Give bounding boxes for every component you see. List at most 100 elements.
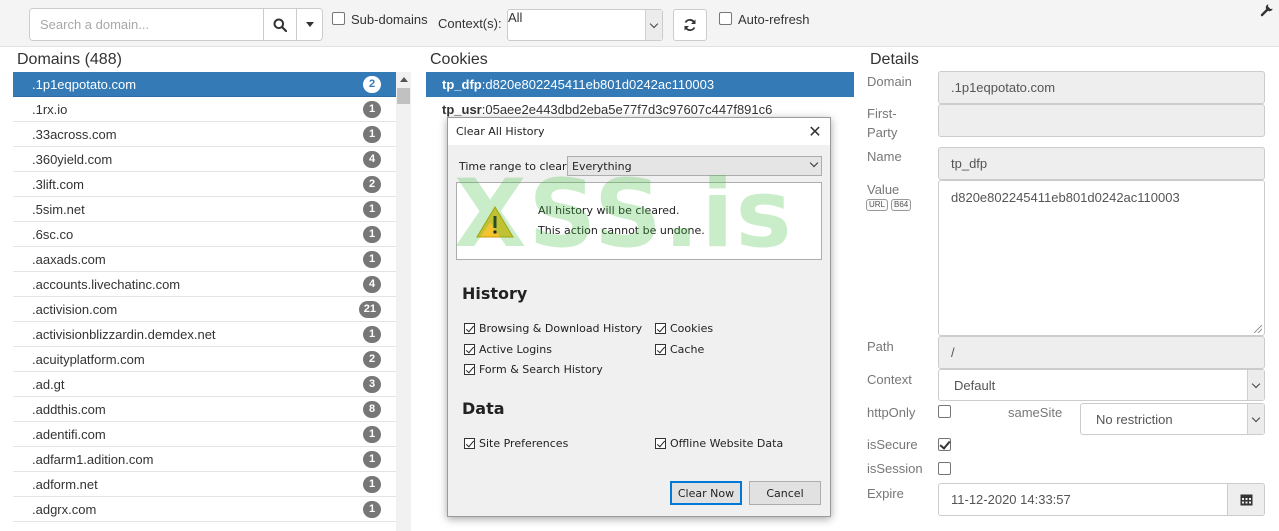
httponly-checkbox[interactable] [938, 405, 951, 418]
samesite-select[interactable]: No restriction [1080, 403, 1265, 435]
samesite-value: No restriction [1096, 412, 1173, 427]
path-field[interactable]: / [938, 336, 1265, 369]
autorefresh-checkbox[interactable] [719, 12, 732, 25]
name-field-label: Name [867, 149, 902, 164]
name-field[interactable]: tp_dfp [938, 147, 1265, 180]
expire-field[interactable]: 11-12-2020 14:33:57 [938, 483, 1265, 516]
time-range-select[interactable]: Everything [567, 156, 822, 176]
refresh-icon [684, 19, 696, 31]
cookie-name: tp_usr [442, 102, 482, 117]
search-button[interactable] [263, 9, 296, 40]
search-options-dropdown[interactable] [296, 9, 322, 40]
cookie-count-badge: 1 [363, 451, 381, 468]
domain-list-scrollbar[interactable] [396, 72, 411, 531]
domain-field[interactable]: .1p1eqpotato.com [938, 71, 1265, 104]
domain-list-item[interactable]: .adfarm1.adition.com 1 [13, 447, 396, 472]
cookies-checkbox[interactable] [655, 323, 666, 334]
cookie-count-badge: 2 [363, 176, 381, 193]
cookie-count-badge: 1 [363, 476, 381, 493]
resize-grip-icon[interactable] [1254, 325, 1262, 333]
context-select-value: All [508, 10, 523, 25]
cache-checkbox[interactable] [655, 344, 666, 355]
cookie-value: 05aee2e443dbd2eba5e77f7d3c97607c447f891c… [485, 102, 773, 117]
domain-list-item[interactable]: .aaxads.com 1 [13, 247, 396, 272]
domain-name: .ad.gt [32, 377, 65, 392]
domain-list-item[interactable]: .5sim.net 1 [13, 197, 396, 222]
domain-list-item[interactable]: .adform.net 1 [13, 472, 396, 497]
domain-list-item[interactable]: .activisionblizzardin.demdex.net 1 [13, 322, 396, 347]
issession-checkbox[interactable] [938, 462, 951, 475]
clear-now-button[interactable]: Clear Now [670, 481, 742, 505]
domain-name: .aaxads.com [32, 252, 106, 267]
cookie-count-badge: 4 [363, 276, 381, 293]
domain-list-item[interactable]: .addthis.com 8 [13, 397, 396, 422]
site-preferences-checkbox[interactable] [464, 438, 475, 449]
expire-label: Expire [867, 486, 904, 501]
domain-name: .1rx.io [32, 102, 68, 117]
samesite-label: sameSite [1008, 405, 1063, 420]
path-field-label: Path [867, 339, 894, 354]
domain-list-item[interactable]: .acuityplatform.com 2 [13, 347, 396, 372]
context-select[interactable]: All [507, 9, 663, 41]
domain-list-item[interactable]: .adgrx.com 1 [13, 497, 396, 522]
subdomains-label: Sub-domains [351, 12, 428, 27]
time-range-label: Time range to clear: [459, 160, 571, 173]
domain-name: .accounts.livechatinc.com [32, 277, 181, 292]
subdomains-checkbox[interactable] [332, 12, 345, 25]
domain-name: .33across.com [32, 127, 117, 142]
form-search-history-checkbox[interactable] [464, 364, 475, 375]
domain-list-item[interactable]: .adentifi.com 1 [13, 422, 396, 447]
active-logins-label[interactable]: Active Logins [479, 343, 552, 356]
domains-title: Domains (488) [17, 51, 122, 68]
url-decode-button[interactable]: URL [866, 199, 889, 211]
issecure-checkbox[interactable] [938, 438, 951, 451]
path-field-value: / [951, 345, 955, 360]
site-preferences-label[interactable]: Site Preferences [479, 437, 568, 450]
scrollbar-thumb[interactable] [397, 88, 410, 104]
chevron-down-icon [306, 22, 314, 27]
cookie-count-badge: 1 [363, 326, 381, 343]
offline-website-data-label[interactable]: Offline Website Data [670, 437, 783, 450]
base64-decode-button[interactable]: B64 [891, 199, 912, 211]
domain-list-item[interactable]: .activision.com 21 [13, 297, 396, 322]
value-textarea[interactable]: d820e802245411eb801d0242ac110003 [938, 180, 1265, 336]
domain-list-item[interactable]: .360yield.com 4 [13, 147, 396, 172]
offline-website-data-checkbox[interactable] [655, 438, 666, 449]
calendar-button[interactable] [1227, 484, 1264, 515]
domain-list-item[interactable]: .accounts.livechatinc.com 4 [13, 272, 396, 297]
cancel-button[interactable]: Cancel [749, 481, 821, 505]
cookie-count-badge: 1 [363, 201, 381, 218]
browsing-history-checkbox[interactable] [464, 323, 475, 334]
domain-list-item[interactable]: .6sc.co 1 [13, 222, 396, 247]
close-icon[interactable]: ✕ [806, 122, 824, 141]
domain-list-item[interactable]: .3lift.com 2 [13, 172, 396, 197]
domain-name: .1p1eqpotato.com [32, 77, 137, 92]
httponly-label: httpOnly [867, 405, 916, 420]
details-title: Details [870, 51, 919, 68]
wrench-icon[interactable] [1259, 2, 1275, 18]
domain-list: .1p1eqpotato.com 2 .1rx.io 1 .33across.c… [13, 72, 396, 531]
chevron-down-icon [645, 10, 662, 40]
cookie-list-item[interactable]: tp_dfp:d820e802245411eb801d0242ac110003 [426, 72, 854, 97]
cache-label[interactable]: Cache [670, 343, 704, 356]
form-search-history-label[interactable]: Form & Search History [479, 363, 603, 376]
cookies-label[interactable]: Cookies [670, 322, 713, 335]
time-range-value: Everything [572, 160, 632, 173]
expire-value: 11-12-2020 14:33:57 [951, 492, 1071, 507]
domain-list-item[interactable]: .ad.gt 3 [13, 372, 396, 397]
domain-field-label: Domain [867, 74, 912, 89]
active-logins-checkbox[interactable] [464, 344, 475, 355]
scroll-up-icon[interactable] [396, 72, 411, 87]
search-icon [273, 18, 287, 32]
calendar-icon [1240, 494, 1252, 506]
domain-list-item[interactable]: .33across.com 1 [13, 122, 396, 147]
first-party-field[interactable] [938, 104, 1265, 137]
browsing-history-label[interactable]: Browsing & Download History [479, 322, 642, 335]
domain-list-item[interactable]: .1p1eqpotato.com 2 [13, 72, 396, 97]
context-field-select[interactable]: Default [938, 369, 1265, 401]
domain-name: .adgrx.com [32, 502, 97, 517]
domain-list-item[interactable]: .1rx.io 1 [13, 97, 396, 122]
refresh-button[interactable] [673, 9, 707, 41]
domain-search-input[interactable] [30, 9, 263, 40]
domain-name: .adform.net [32, 477, 98, 492]
